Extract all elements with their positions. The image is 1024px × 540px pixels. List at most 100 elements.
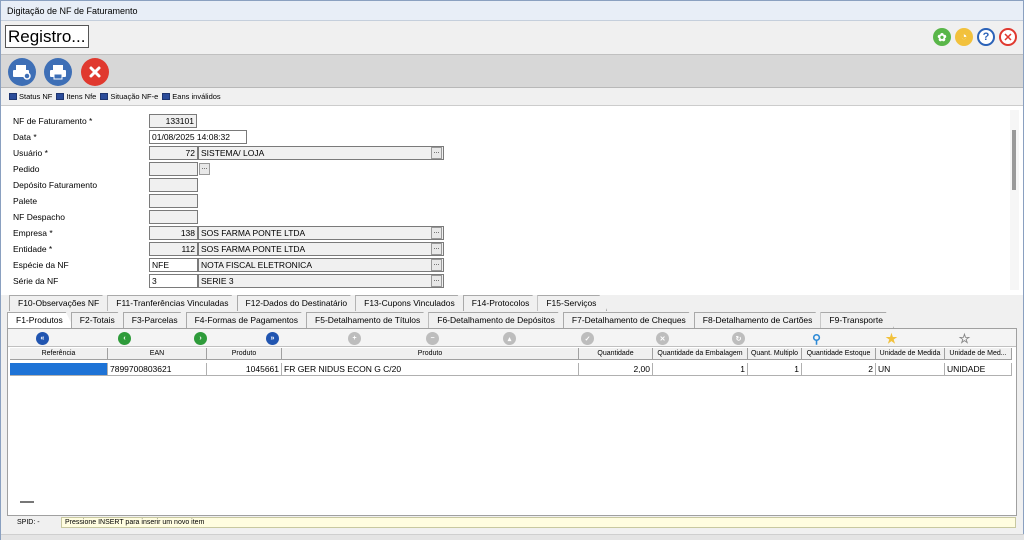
entidade-label: Entidade * [13,244,53,254]
last-record-icon[interactable]: » [266,332,279,345]
tabs-row-1: F10-Observações NF F11-Tranferências Vin… [9,295,604,311]
print-icon[interactable] [44,58,72,86]
cell-qtd-embalagem[interactable]: 1 [653,363,748,376]
link-situacao-nfe[interactable]: Situação NF-e [100,92,158,101]
settings-icon[interactable]: ✿ [933,28,951,46]
deposito-field[interactable] [149,178,198,192]
tab-dados-destinatario[interactable]: F12-Dados do Destinatário [237,295,359,311]
tab-produtos[interactable]: F1-Produtos [7,312,74,328]
cell-qtd-multiplo[interactable]: 1 [748,363,802,376]
tab-servicos[interactable]: F15-Serviços [537,295,607,311]
empresa-lookup-button[interactable]: ... [431,227,442,239]
row-usuario: Usuário * 72 SISTEMA/ LOJA ... [13,146,453,160]
empresa-code-field[interactable]: 138 [149,226,198,240]
nf-despacho-field[interactable] [149,210,198,224]
cell-unidade-medida[interactable]: UN [876,363,945,376]
registro-field[interactable]: Registro... [5,25,89,48]
cell-ean[interactable]: 7899700803621 [108,363,207,376]
window-title: Digitação de NF de Faturamento [7,6,138,16]
grid-horizontal-scrollbar[interactable] [20,501,34,503]
header-area: Registro... ✿ ◔ ? ✕ [1,21,1023,53]
tab-detalhamento-cartoes[interactable]: F8-Detalhamento de Cartões [694,312,824,328]
deposito-label: Depósito Faturamento [13,180,98,190]
col-unidade-medida-desc[interactable]: Unidade de Med... [945,348,1012,360]
prior-record-icon[interactable]: ‹ [118,332,131,345]
cell-qtd-estoque[interactable]: 2 [802,363,876,376]
col-referencia[interactable]: Referência [10,348,108,360]
clock-icon[interactable]: ◔ [955,28,973,46]
serie-code-field[interactable]: 3 [149,274,198,288]
col-ean[interactable]: EAN [108,348,207,360]
col-qtd-multiplo[interactable]: Quant. Multiplo [748,348,802,360]
especie-lookup-button[interactable]: ... [431,259,442,271]
grid-icon [56,93,65,100]
link-status-nf[interactable]: Status NF [9,92,52,101]
nf-faturamento-field[interactable]: 133101 [149,114,197,128]
pedido-lookup-button[interactable]: ... [199,163,210,175]
col-produto[interactable]: Produto [282,348,579,360]
grid-header: Referência EAN Produto Produto Quantidad… [10,348,1012,360]
help-icon[interactable]: ? [977,28,995,46]
link-eans-invalidos[interactable]: Eans inválidos [162,92,221,101]
table-row[interactable]: 7899700803621 1045661 FR GER NIDUS ECON … [10,363,1012,376]
preview-print-icon[interactable] [8,58,36,86]
form-scrollbar[interactable] [1010,110,1019,290]
usuario-name-field: SISTEMA/ LOJA [198,146,444,160]
palete-field[interactable] [149,194,198,208]
grid-navigator: « ‹ › » + − ▴ ✓ ✕ ↻ ⚲ ★ ☆ [8,329,1016,347]
tab-observacoes-nf[interactable]: F10-Observações NF [9,295,110,311]
cell-quantidade[interactable]: 2,00 [579,363,653,376]
col-quantidade[interactable]: Quantidade [579,348,653,360]
entidade-lookup-button[interactable]: ... [431,243,442,255]
search-icon[interactable]: ⚲ [810,332,823,346]
usuario-lookup-button[interactable]: ... [431,147,442,159]
tab-parcelas[interactable]: F3-Parcelas [123,312,189,328]
palete-label: Palete [13,196,38,206]
tab-totais[interactable]: F2-Totais [71,312,126,328]
link-itens-nfe[interactable]: Itens Nfe [56,92,96,101]
empresa-label: Empresa * [13,228,53,238]
entidade-code-field[interactable]: 112 [149,242,198,256]
tab-transferencias-vinculadas[interactable]: F11-Tranferências Vinculadas [107,295,239,311]
star-icon[interactable]: ★ [885,331,898,346]
col-unidade-medida[interactable]: Unidade de Medida [876,348,945,360]
data-field[interactable]: 01/08/2025 14:08:32 [149,130,247,144]
post-record-icon[interactable]: ✓ [581,332,594,345]
tab-cupons-vinculados[interactable]: F13-Cupons Vinculados [355,295,466,311]
row-serie: Série da NF 3 SERIE 3 ... [13,274,453,288]
next-record-icon[interactable]: › [194,332,207,345]
tab-detalhamento-cheques[interactable]: F7-Detalhamento de Cheques [563,312,697,328]
close-icon[interactable]: ✕ [999,28,1017,46]
first-record-icon[interactable]: « [36,332,49,345]
usuario-code-field[interactable]: 72 [149,146,198,160]
tab-transporte[interactable]: F9-Transporte [820,312,894,328]
bottom-strip [1,534,1024,540]
grid-icon [9,93,17,100]
status-bar: SPID: - Pressione INSERT para inserir um… [7,517,1017,528]
col-qtd-embalagem[interactable]: Quantidade da Embalagem [653,348,748,360]
tab-detalhamento-titulos[interactable]: F5-Detalhamento de Títulos [306,312,431,328]
insert-record-icon[interactable]: + [348,332,361,345]
tab-formas-pagamentos[interactable]: F4-Formas de Pagamentos [186,312,309,328]
especie-code-field[interactable]: NFE [149,258,198,272]
delete-record-icon[interactable]: − [426,332,439,345]
col-qtd-estoque[interactable]: Quantidade Estoque [802,348,876,360]
especie-label: Espécie da NF [13,260,69,270]
col-produto-code[interactable]: Produto [207,348,282,360]
serie-lookup-button[interactable]: ... [431,275,442,287]
tab-protocolos[interactable]: F14-Protocolos [463,295,541,311]
row-nf-despacho: NF Despacho [13,210,453,224]
cancel-record-icon[interactable]: ✕ [656,332,669,345]
edit-record-icon[interactable]: ▴ [503,332,516,345]
cell-produto-code[interactable]: 1045661 [207,363,282,376]
cancel-icon[interactable] [81,58,109,86]
cell-produto[interactable]: FR GER NIDUS ECON G C/20 [282,363,579,376]
cell-unidade-medida-desc[interactable]: UNIDADE [945,363,1012,376]
star-remove-icon[interactable]: ☆ [958,331,971,346]
cell-referencia[interactable] [10,363,108,376]
refresh-record-icon[interactable]: ↻ [732,332,745,345]
tab-detalhamento-depositos[interactable]: F6-Detalhamento de Depósitos [428,312,566,328]
pedido-field[interactable] [149,162,198,176]
scroll-thumb[interactable] [1012,130,1016,190]
row-empresa: Empresa * 138 SOS FARMA PONTE LTDA ... [13,226,453,240]
